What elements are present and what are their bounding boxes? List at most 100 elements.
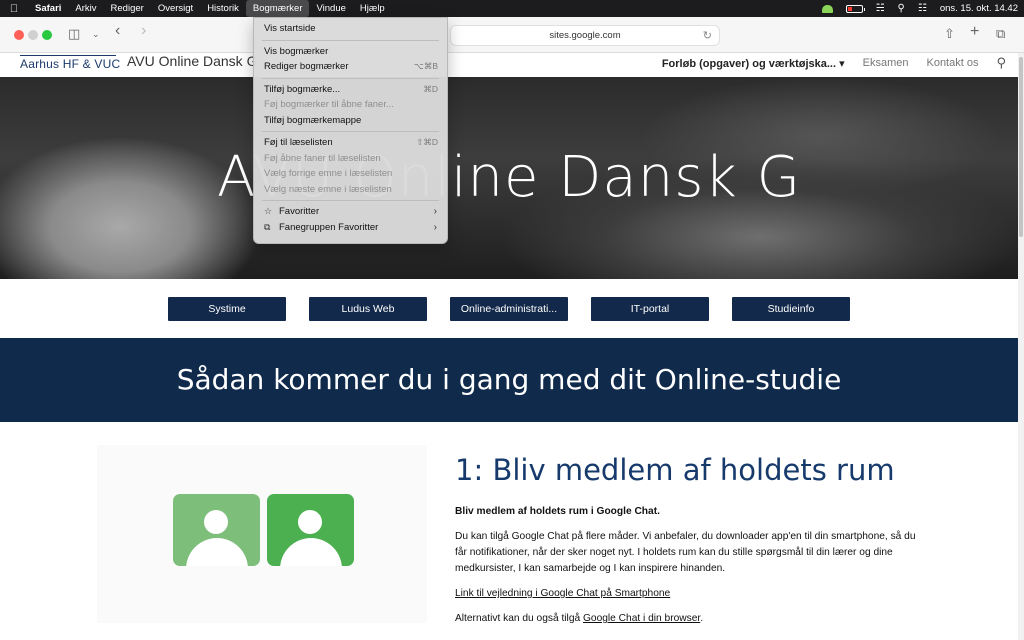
nav-eksamen[interactable]: Eksamen	[863, 57, 909, 69]
bookmarks-menu: Vis startside Vis bogmærker Rediger bogm…	[253, 17, 448, 244]
label: Føj bogmærker til åbne faner...	[264, 99, 394, 110]
separator	[262, 39, 439, 41]
google-chat-image	[97, 445, 427, 623]
menu-item-add-open-tabs-reading: Føj åbne faner til læselisten	[254, 151, 447, 167]
menu-item-add-folder[interactable]: Tilføj bogmærkemappe	[254, 113, 447, 129]
chevron-right-icon: ›	[433, 221, 437, 233]
nav-forloeb[interactable]: Forløb (opgaver) og værktøjska... ▾	[662, 57, 845, 70]
label: Vælg forrige emne i læselisten	[264, 168, 393, 179]
new-tab-icon[interactable]: +	[970, 23, 979, 41]
label: Føj åbne faner til læselisten	[264, 152, 381, 164]
section-heading: 1: Bliv medlem af holdets rum	[455, 453, 895, 487]
alternative-text: Alternativt kan du også tilgå Google Cha…	[455, 611, 925, 627]
quick-links: Systime Ludus Web Online-administrati...…	[0, 297, 1018, 321]
label: Vælg næste emne i læselisten	[264, 183, 392, 195]
studieinfo-button[interactable]: Studieinfo	[732, 297, 850, 321]
search-icon[interactable]: ⚲	[996, 55, 1006, 71]
chevron-down-icon[interactable]: ⌄	[92, 29, 100, 40]
section-body: Du kan tilgå Google Chat på flere måder.…	[455, 531, 916, 574]
menu-item-tabgroup-favorites[interactable]: ⧉ Fanegruppen Favoritter ›	[254, 220, 447, 236]
zoom-window-button[interactable]	[42, 30, 52, 40]
section-lead: Bliv medlem af holdets rum i Google Chat…	[455, 506, 660, 517]
site-title[interactable]: AVU Online Dansk G	[127, 53, 257, 69]
battery-icon[interactable]	[845, 4, 865, 13]
hero-title: AVU Online Dansk G	[217, 145, 801, 210]
back-icon[interactable]: ‹	[115, 22, 120, 40]
menu-hjaelp[interactable]: Hjælp	[353, 0, 392, 17]
ludus-web-button[interactable]: Ludus Web	[309, 297, 427, 321]
alt-prefix: Alternativt kan du også tilgå	[455, 613, 583, 624]
logo[interactable]: Aarhus HF & VUC	[20, 57, 120, 71]
label: Fanegruppen Favoritter	[279, 221, 379, 233]
wifi-icon[interactable]: ☵	[876, 3, 885, 14]
chevron-down-icon: ▾	[839, 57, 845, 70]
menu-item-prev-reading: Vælg forrige emne i læselisten	[254, 166, 447, 182]
menu-item-show-bookmarks[interactable]: Vis bogmærker	[254, 44, 447, 60]
label: Tilføj bogmærkemappe	[264, 114, 362, 126]
person-icon	[173, 494, 260, 566]
menu-item-favorites[interactable]: ☆ Favoritter ›	[254, 204, 447, 220]
menu-item-add-reading-list[interactable]: Føj til læselisten ⇧⌘D	[254, 135, 447, 151]
hero-banner: AVU Online Dansk G	[0, 77, 1018, 279]
site-header: Aarhus HF & VUC AVU Online Dansk G Forlø…	[0, 53, 1018, 77]
menu-arkiv[interactable]: Arkiv	[68, 0, 103, 17]
menu-rediger[interactable]: Rediger	[104, 0, 151, 17]
scrollbar-thumb[interactable]	[1019, 57, 1023, 237]
label: Vis bogmærker	[264, 45, 329, 57]
apple-menu-icon[interactable]: 	[0, 3, 28, 15]
forward-icon[interactable]: ›	[141, 22, 146, 40]
shortcut: ⌘D	[423, 83, 438, 94]
separator	[262, 77, 439, 79]
url-text: sites.google.com	[549, 30, 621, 41]
page-scrollbar[interactable]	[1018, 53, 1024, 640]
browser-toolbar: ◫ ⌄ ‹ › sites.google.com ↻ ⇧ + ⧉	[0, 17, 1024, 53]
chevron-right-icon: ›	[433, 206, 437, 217]
google-chat-browser-link[interactable]: Google Chat i din browser	[583, 613, 700, 624]
star-icon: ☆	[264, 206, 273, 216]
menubar:  Safari Arkiv Rediger Oversigt Historik…	[0, 0, 1024, 17]
menu-vindue[interactable]: Vindue	[309, 0, 352, 17]
control-center-icon[interactable]: ☷	[918, 3, 927, 14]
label: Rediger bogmærker	[264, 61, 349, 72]
menu-item-show-start[interactable]: Vis startside	[254, 21, 447, 37]
shortcut: ⇧⌘D	[416, 137, 438, 147]
label: Tilføj bogmærke...	[264, 83, 341, 95]
reload-icon[interactable]: ↻	[703, 26, 712, 46]
menu-item-add-bookmark[interactable]: Tilføj bogmærke... ⌘D	[254, 82, 447, 98]
label: Føj til læselisten	[264, 137, 333, 148]
separator	[262, 200, 439, 201]
close-window-button[interactable]	[14, 30, 24, 40]
search-icon[interactable]: ⚲	[898, 3, 905, 14]
minimize-window-button[interactable]	[28, 30, 38, 40]
address-bar[interactable]: sites.google.com ↻	[450, 25, 720, 46]
online-administration-button[interactable]: Online-administrati...	[450, 297, 568, 321]
menu-oversigt[interactable]: Oversigt	[151, 0, 200, 17]
menu-historik[interactable]: Historik	[200, 0, 246, 17]
it-portal-button[interactable]: IT-portal	[591, 297, 709, 321]
tab-group-icon: ⧉	[264, 221, 271, 232]
label: Vis startside	[264, 23, 316, 34]
tab-overview-icon[interactable]: ⧉	[996, 26, 1005, 42]
logo-graphic	[20, 53, 116, 56]
person-icon	[267, 494, 354, 566]
alt-suffix: .	[700, 613, 704, 624]
web-page: Aarhus HF & VUC AVU Online Dansk G Forlø…	[0, 53, 1018, 640]
clock[interactable]: ons. 15. okt. 14.42	[940, 3, 1018, 14]
banner-heading: Sådan kommer du i gang med dit Online-st…	[176, 363, 842, 396]
nav-forloeb-label: Forløb (opgaver) og værktøjska...	[661, 57, 837, 70]
menu-safari[interactable]: Safari	[28, 0, 68, 17]
separator	[262, 131, 439, 132]
shortcut: ⌥⌘B	[414, 61, 438, 71]
systime-button[interactable]: Systime	[168, 297, 286, 321]
sidebar-icon[interactable]: ◫	[68, 26, 80, 42]
menu-item-add-bookmarks-open-tabs: Føj bogmærker til åbne faner...	[254, 97, 447, 113]
nav-kontakt[interactable]: Kontakt os	[926, 57, 978, 69]
smartphone-guide-link[interactable]: Link til vejledning i Google Chat på Sma…	[455, 588, 670, 599]
menu-item-edit-bookmarks[interactable]: Rediger bogmærker ⌥⌘B	[254, 59, 447, 75]
android-icon[interactable]	[821, 4, 833, 13]
section-content: 1: Bliv medlem af holdets rum Bliv medle…	[455, 453, 925, 636]
getting-started-banner: Sådan kommer du i gang med dit Online-st…	[0, 338, 1018, 422]
share-icon[interactable]: ⇧	[944, 26, 955, 42]
menu-item-next-reading: Vælg næste emne i læselisten	[254, 182, 447, 198]
menu-bogmaerker[interactable]: Bogmærker	[245, 0, 310, 17]
